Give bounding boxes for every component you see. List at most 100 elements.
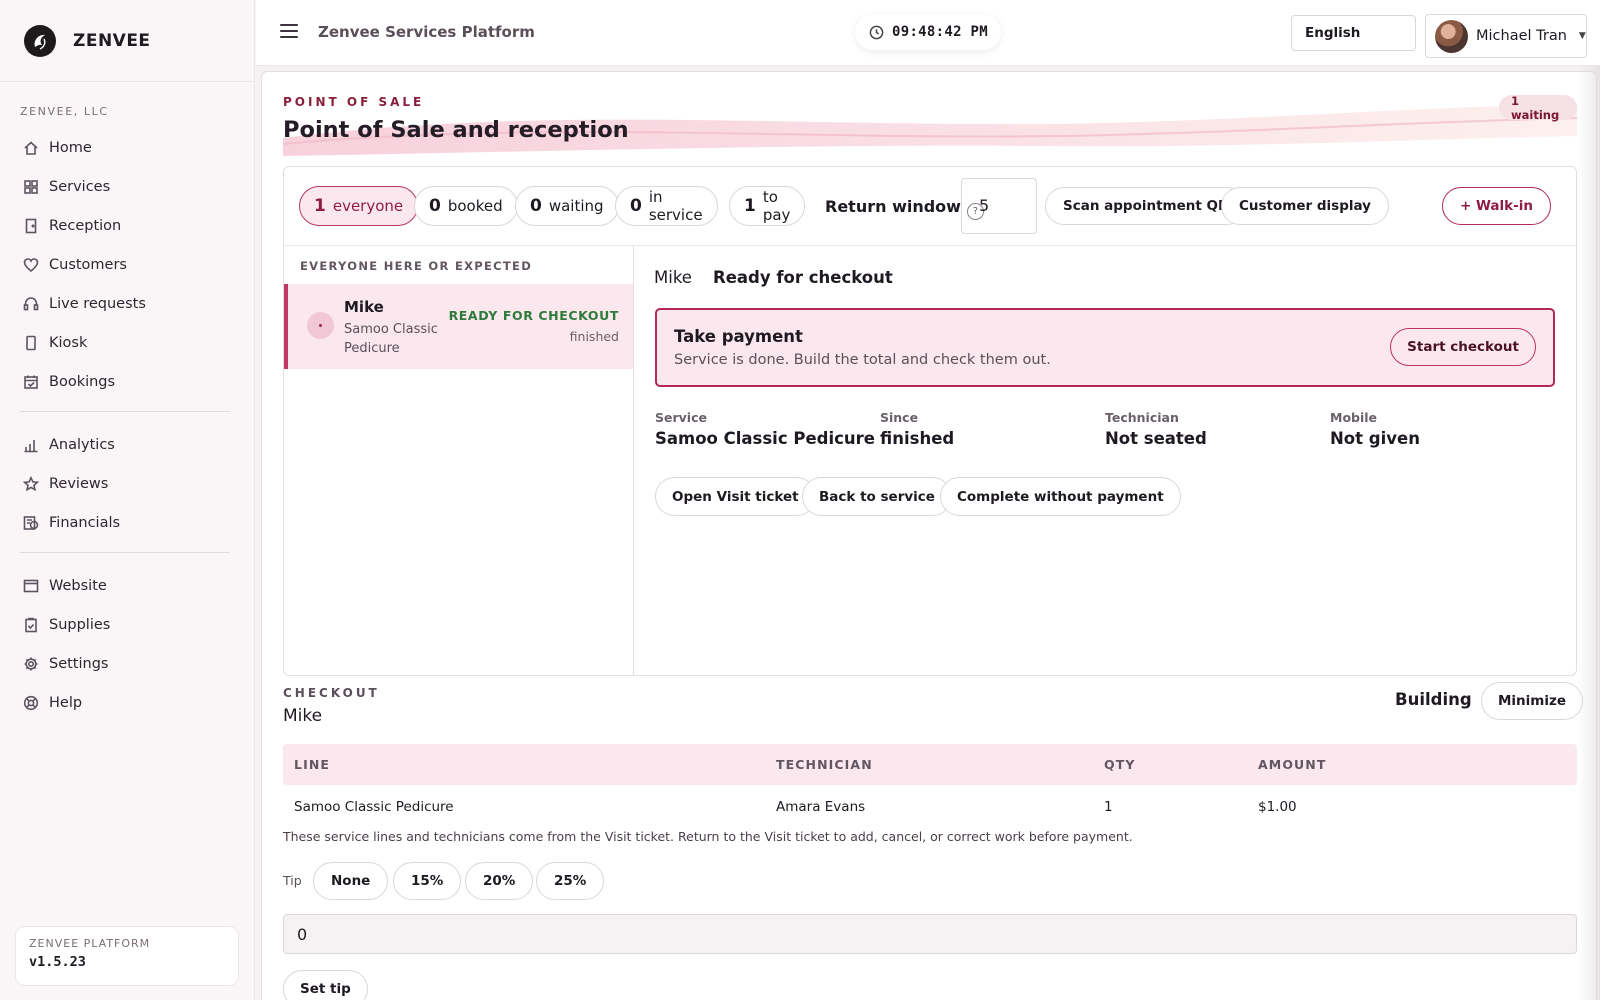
start-checkout-button[interactable]: Start checkout [1390, 328, 1536, 366]
column-header: LINE [294, 757, 331, 772]
customer-display-button[interactable]: Customer display [1221, 187, 1389, 225]
sidebar-item-kiosk[interactable]: Kiosk [0, 323, 254, 362]
clipboard-icon [25, 617, 37, 632]
checkout-state: Building [1395, 690, 1472, 709]
sidebar-item-label: Settings [49, 655, 109, 672]
column-header: AMOUNT [1258, 757, 1327, 772]
filter-chip-to-pay[interactable]: 1 to pay [729, 186, 806, 226]
sidebar-item-services[interactable]: Services [0, 167, 254, 206]
tip-amount-input[interactable]: 0 [283, 914, 1577, 954]
minimize-button[interactable]: Minimize [1481, 682, 1584, 720]
sidebar-item-home[interactable]: Home [0, 128, 254, 167]
queue-item-status: READY FOR CHECKOUT [448, 308, 619, 323]
menu-toggle-icon[interactable] [280, 24, 298, 38]
detail-status: Ready for checkout [713, 268, 893, 287]
fact-value: Not given [1330, 429, 1420, 448]
main-panel: POINT OF SALE Point of Sale and receptio… [261, 71, 1597, 1000]
bar-chart-icon [24, 439, 38, 452]
brand[interactable]: ZENVEE [0, 0, 254, 82]
page-title: Point of Sale and reception [283, 117, 629, 143]
sidebar: ZENVEE ZENVEE, LLC Home Services Reception… [0, 0, 255, 1000]
filter-chip-booked[interactable]: 0 booked [414, 186, 518, 226]
sidebar-item-reviews[interactable]: Reviews [0, 464, 254, 503]
sidebar-item-bookings[interactable]: Bookings [0, 362, 254, 401]
home-icon [24, 140, 38, 155]
sidebar-item-label: Financials [49, 514, 121, 531]
queue-item-state: finished [569, 329, 619, 344]
fact-label: Technician [1105, 410, 1179, 425]
complete-without-payment-button[interactable]: Complete without payment [940, 477, 1181, 516]
sidebar-item-label: Reviews [49, 475, 109, 492]
reception-card: 1 everyone 0 booked 0 waiting 0 in service 1 to p… [283, 166, 1577, 676]
chip-label: booked [447, 197, 503, 215]
checkout-note: These service lines and technicians come… [283, 829, 1133, 844]
sidebar-item-customers[interactable]: Customers [0, 245, 254, 284]
tip-none-button[interactable]: None [313, 862, 389, 900]
sidebar-item-financials[interactable]: Financials [0, 503, 254, 542]
version-number: v1.5.23 [29, 954, 86, 970]
fact-value: Samoo Classic Pedicure [655, 429, 875, 448]
chip-label: to pay [762, 188, 791, 224]
tip-15-button[interactable]: 15% [393, 862, 462, 900]
fact-technician: Technician Not seated [1105, 410, 1207, 448]
gear-icon [24, 657, 38, 670]
take-payment-subtitle: Service is done. Build the total and che… [674, 352, 1051, 368]
sidebar-item-label: Help [49, 694, 83, 711]
walk-in-button[interactable]: + Walk-in [1442, 187, 1551, 225]
sidebar-item-label: Analytics [49, 436, 115, 453]
org-name: ZENVEE, LLC [20, 105, 109, 118]
table-header: LINE TECHNICIAN QTY AMOUNT [283, 744, 1577, 785]
door-icon [25, 218, 37, 233]
headset-icon [23, 296, 39, 310]
sidebar-item-settings[interactable]: Settings [0, 644, 254, 683]
chip-count: 1 [314, 196, 326, 216]
sidebar-item-reception[interactable]: Reception [0, 206, 254, 245]
version-card: ZENVEE PLATFORM v1.5.23 [15, 926, 239, 986]
sidebar-item-help[interactable]: Help [0, 683, 254, 722]
heart-icon [23, 257, 39, 272]
table-row: Samoo Classic Pedicure Amara Evans 1 $1.… [283, 785, 1577, 829]
calendar-icon [24, 375, 38, 389]
filter-chip-everyone[interactable]: 1 everyone [299, 186, 419, 226]
tip-20-button[interactable]: 20% [465, 862, 534, 900]
chevron-down-icon: ▼ [1578, 31, 1586, 41]
sidebar-item-analytics[interactable]: Analytics [0, 425, 254, 464]
chip-label: waiting [548, 197, 604, 215]
lifebuoy-icon [23, 695, 39, 710]
sidebar-item-label: Reception [49, 217, 122, 234]
column-header: TECHNICIAN [776, 757, 873, 772]
fact-mobile: Mobile Not given [1330, 410, 1420, 448]
user-menu[interactable]: Michael Tran ▼ [1425, 14, 1587, 58]
amount-cell: $1.00 [1258, 799, 1297, 815]
sidebar-item-supplies[interactable]: Supplies [0, 605, 254, 644]
sidebar-item-live-requests[interactable]: Live requests [0, 284, 254, 323]
scan-qr-button[interactable]: Scan appointment QR [1045, 187, 1247, 225]
tip-25-button[interactable]: 25% [536, 862, 605, 900]
nav-divider [20, 552, 230, 553]
return-window-text: Return window [825, 197, 961, 216]
qty-cell: 1 [1104, 799, 1113, 815]
sidebar-item-website[interactable]: Website [0, 566, 254, 605]
line-cell: Samoo Classic Pedicure [294, 799, 454, 815]
sidebar-item-label: Customers [49, 256, 127, 273]
filter-chip-in-service[interactable]: 0 in service [615, 186, 718, 226]
waiting-badge[interactable]: 1 waiting [1499, 94, 1577, 122]
back-to-service-button[interactable]: Back to service [802, 477, 952, 516]
language-select[interactable]: English [1291, 15, 1416, 51]
technician-cell: Amara Evans [776, 799, 866, 815]
brand-logo-icon [24, 24, 56, 57]
queue-item-name: Mike [344, 298, 384, 316]
filter-chip-waiting[interactable]: 0 waiting [515, 186, 619, 226]
browser-icon [23, 579, 39, 592]
fact-service: Service Samoo Classic Pedicure [655, 410, 875, 448]
take-payment-title: Take payment [674, 327, 803, 346]
sidebar-item-label: Kiosk [49, 334, 88, 351]
return-window-input[interactable]: 5 [961, 178, 1037, 234]
sidebar-nav: Home Services Reception Customers Live reque… [0, 128, 254, 722]
queue-item[interactable]: Mike Samoo Classic Pedicure READY FOR CH… [284, 284, 633, 369]
clock-icon [869, 25, 884, 39]
column-header: QTY [1104, 757, 1136, 772]
chip-count: 0 [429, 196, 441, 216]
set-tip-button[interactable]: Set tip [283, 970, 368, 1000]
open-visit-ticket-button[interactable]: Open Visit ticket [655, 477, 816, 516]
